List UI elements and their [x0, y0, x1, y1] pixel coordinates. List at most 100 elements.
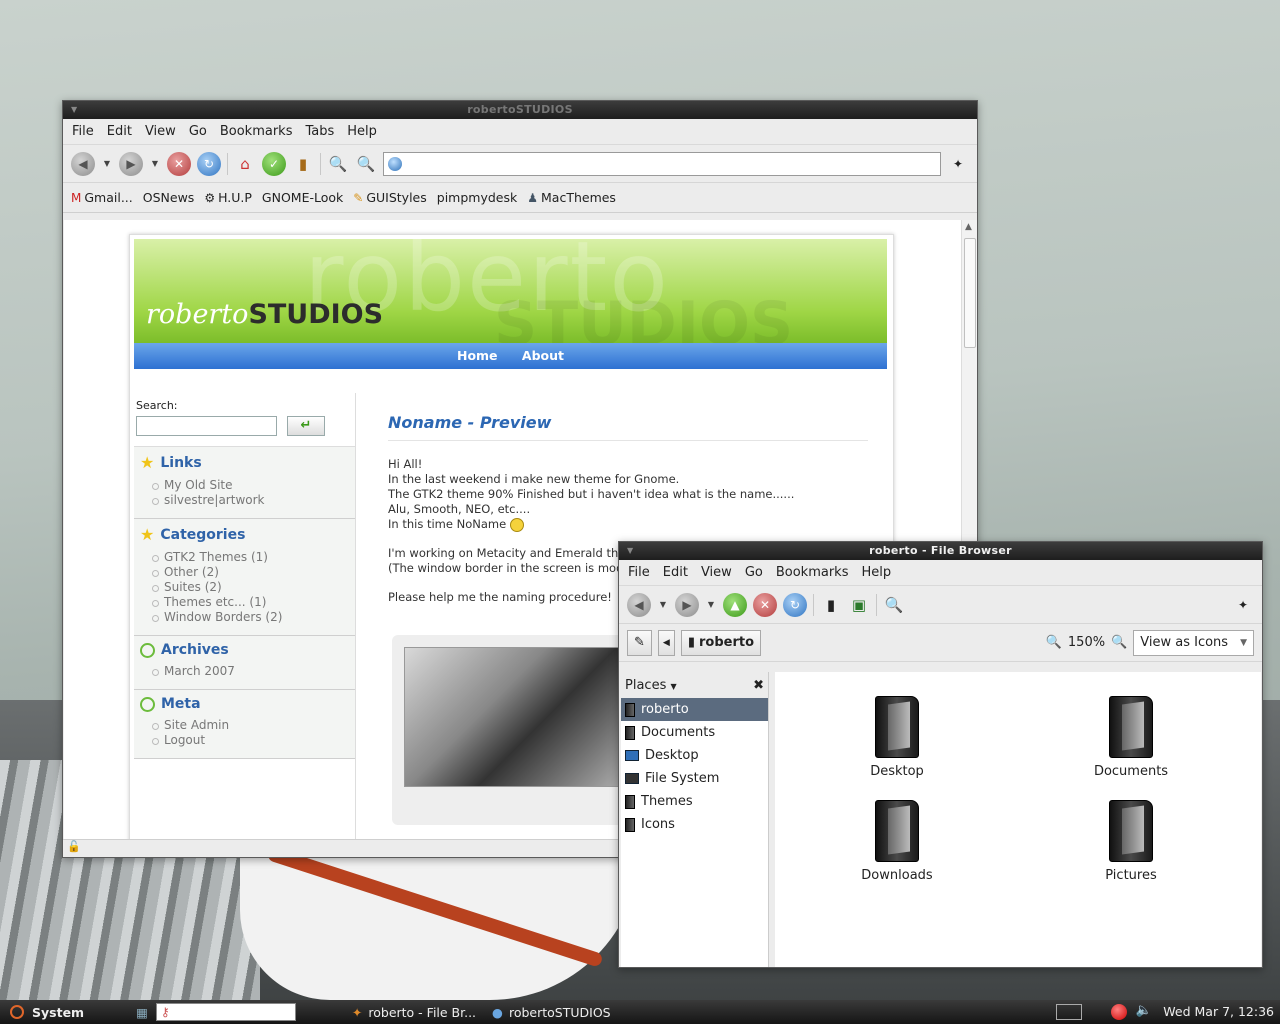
- places-item-icons[interactable]: Icons: [621, 813, 768, 836]
- record-icon[interactable]: [1111, 1004, 1127, 1020]
- post-title[interactable]: Noname - Preview: [388, 413, 868, 441]
- window-menu-icon[interactable]: ▼: [71, 101, 77, 119]
- menu-help[interactable]: Help: [860, 563, 892, 582]
- nav-home[interactable]: Home: [457, 348, 498, 363]
- workspace-switcher[interactable]: [1056, 1004, 1082, 1020]
- category-item[interactable]: Other (2): [140, 565, 349, 580]
- menu-file[interactable]: File: [627, 563, 651, 582]
- pencil-icon: ✎: [353, 191, 364, 205]
- path-left-icon[interactable]: ◀: [657, 629, 675, 656]
- meta-item[interactable]: Logout: [140, 733, 349, 748]
- archive-item[interactable]: March 2007: [140, 664, 349, 679]
- stop-icon[interactable]: ✕: [753, 592, 777, 617]
- forward-icon[interactable]: ▶: [119, 151, 143, 176]
- menu-bookmarks[interactable]: Bookmarks: [219, 122, 294, 141]
- reload-icon[interactable]: ↻: [197, 151, 221, 176]
- menu-edit[interactable]: Edit: [106, 122, 133, 141]
- menu-bookmarks[interactable]: Bookmarks: [775, 563, 850, 582]
- file-item-downloads[interactable]: Downloads: [837, 800, 957, 883]
- category-item[interactable]: Suites (2): [140, 580, 349, 595]
- window-menu-icon[interactable]: ▼: [627, 542, 633, 560]
- post-screenshot[interactable]: [392, 635, 632, 825]
- zoom-out-icon[interactable]: 🔍: [1046, 635, 1062, 650]
- file-item-pictures[interactable]: Pictures: [1071, 800, 1191, 883]
- scroll-thumb[interactable]: [964, 238, 976, 348]
- search-submit-button[interactable]: ↵: [287, 416, 325, 436]
- volume-icon[interactable]: 🔈: [1136, 1003, 1152, 1018]
- chevron-down-icon: ▼: [1240, 637, 1247, 648]
- meta-title: Meta: [161, 696, 201, 712]
- path-button-roberto[interactable]: ▮ roberto: [680, 629, 762, 656]
- task-browser[interactable]: ● robertoSTUDIOS: [492, 1005, 611, 1020]
- menu-tabs[interactable]: Tabs: [304, 122, 335, 141]
- bookmark-osnews[interactable]: OSNews: [143, 190, 195, 205]
- history-icon[interactable]: ✓: [262, 151, 286, 176]
- bookmark-gnome-look[interactable]: GNOME-Look: [262, 190, 343, 205]
- search-icon[interactable]: 🔍: [883, 594, 905, 616]
- scroll-up-icon[interactable]: ▲: [965, 222, 972, 232]
- back-icon[interactable]: ◀: [627, 592, 651, 617]
- task-file-browser[interactable]: ✦ roberto - File Br...: [352, 1005, 476, 1020]
- nav-about[interactable]: About: [522, 348, 564, 363]
- bookmark-icon[interactable]: ▮: [292, 153, 314, 175]
- globe-icon: [388, 156, 402, 171]
- places-item-filesystem[interactable]: File System: [621, 767, 768, 790]
- clock[interactable]: Wed Mar 7, 12:36: [1163, 1004, 1274, 1019]
- places-dropdown[interactable]: Places ▼: [625, 678, 677, 693]
- browser-titlebar[interactable]: ▼ robertoSTUDIOS: [63, 101, 977, 119]
- forward-dropdown-icon[interactable]: ▼: [705, 600, 717, 609]
- forward-dropdown-icon[interactable]: ▼: [149, 159, 161, 168]
- back-dropdown-icon[interactable]: ▼: [657, 600, 669, 609]
- zoom-out-icon[interactable]: 🔍: [327, 153, 349, 175]
- places-item-documents[interactable]: Documents: [621, 721, 768, 744]
- places-item-themes[interactable]: Themes: [621, 790, 768, 813]
- computer-icon[interactable]: ▣: [848, 594, 870, 616]
- back-icon[interactable]: ◀: [71, 151, 95, 176]
- system-menu[interactable]: System: [10, 1005, 84, 1020]
- bookmark-macthemes[interactable]: ♟ MacThemes: [527, 190, 616, 205]
- home-folder-icon[interactable]: ▮: [820, 594, 842, 616]
- stop-icon[interactable]: ✕: [167, 151, 191, 176]
- bookmark-hup[interactable]: ⚙ H.U.P: [204, 190, 252, 205]
- reload-icon[interactable]: ↻: [783, 592, 807, 617]
- location-toggle-icon[interactable]: ✎: [627, 629, 652, 656]
- file-item-documents[interactable]: Documents: [1071, 696, 1191, 779]
- menu-help[interactable]: Help: [346, 122, 378, 141]
- bookmark-pimpmydesk[interactable]: pimpmydesk: [437, 190, 517, 205]
- zoom-in-icon[interactable]: 🔍: [355, 153, 377, 175]
- search-input[interactable]: [136, 416, 277, 436]
- category-item[interactable]: GTK2 Themes (1): [140, 550, 349, 565]
- menu-go[interactable]: Go: [744, 563, 764, 582]
- menu-view[interactable]: View: [700, 563, 733, 582]
- up-icon[interactable]: ▲: [723, 592, 747, 617]
- category-item[interactable]: Window Borders (2): [140, 610, 349, 625]
- menu-view[interactable]: View: [144, 122, 177, 141]
- menu-edit[interactable]: Edit: [662, 563, 689, 582]
- category-item[interactable]: Themes etc... (1): [140, 595, 349, 610]
- view-mode-select[interactable]: View as Icons ▼: [1133, 629, 1254, 656]
- zoom-in-icon[interactable]: 🔍: [1111, 635, 1127, 650]
- url-input[interactable]: [383, 151, 941, 176]
- places-item-desktop[interactable]: Desktop: [621, 744, 768, 767]
- meta-item[interactable]: Site Admin: [140, 718, 349, 733]
- bookmark-label: H.U.P: [218, 190, 252, 205]
- forward-icon[interactable]: ▶: [675, 592, 699, 617]
- link-item[interactable]: My Old Site: [140, 478, 349, 493]
- post-line-smile: In this time NoName: [388, 517, 868, 532]
- back-dropdown-icon[interactable]: ▼: [101, 159, 113, 168]
- file-browser-titlebar[interactable]: ▼ roberto - File Browser: [619, 542, 1262, 560]
- link-item[interactable]: silvestre|artwork: [140, 493, 349, 508]
- show-desktop-icon[interactable]: ▦: [136, 1005, 148, 1020]
- bookmark-guistyles[interactable]: ✎ GUIStyles: [353, 190, 427, 205]
- menu-go[interactable]: Go: [188, 122, 208, 141]
- home-icon[interactable]: ⌂: [234, 153, 256, 175]
- task-label: roberto - File Br...: [368, 1004, 477, 1020]
- close-icon[interactable]: ✖: [753, 678, 764, 693]
- places-item-roberto[interactable]: roberto: [621, 698, 768, 721]
- menu-file[interactable]: File: [71, 122, 95, 141]
- fm-toolbar: ◀ ▼ ▶ ▼ ▲ ✕ ↻ ▮ ▣ 🔍 ✦: [619, 586, 1262, 624]
- site-logo[interactable]: robertoSTUDIOS: [146, 299, 383, 330]
- file-item-desktop[interactable]: Desktop: [837, 696, 957, 779]
- bookmark-gmail[interactable]: M Gmail...: [71, 190, 133, 205]
- run-input[interactable]: ⚷: [155, 1003, 296, 1021]
